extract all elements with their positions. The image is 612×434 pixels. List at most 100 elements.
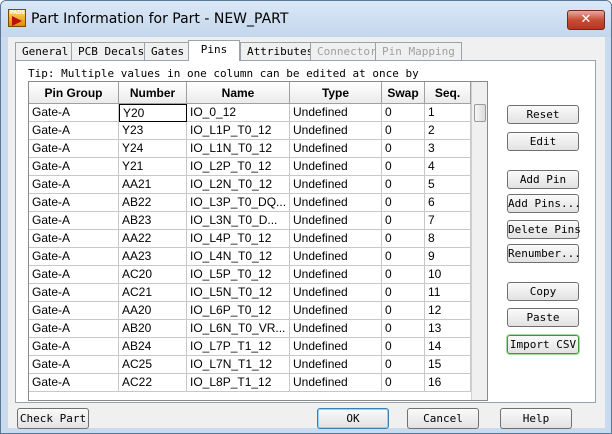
cell-type[interactable]: Undefined bbox=[290, 212, 382, 230]
cell-pin-group[interactable]: Gate-A bbox=[29, 320, 119, 338]
cell-name[interactable]: IO_L1N_T0_12 bbox=[187, 140, 290, 158]
tab-gates[interactable]: Gates bbox=[144, 42, 192, 60]
cell-name[interactable]: IO_0_12 bbox=[187, 104, 290, 122]
cell-name[interactable]: IO_L3N_T0_D... bbox=[187, 212, 290, 230]
column-header-number[interactable]: Number bbox=[119, 82, 187, 104]
cell-type[interactable]: Undefined bbox=[290, 158, 382, 176]
cell-type[interactable]: Undefined bbox=[290, 104, 382, 122]
cell-name[interactable]: IO_L7N_T1_12 bbox=[187, 356, 290, 374]
cell-swap[interactable]: 0 bbox=[382, 284, 425, 302]
cell-swap[interactable]: 0 bbox=[382, 248, 425, 266]
cell-name[interactable]: IO_L8P_T1_12 bbox=[187, 374, 290, 392]
pins-grid[interactable]: Pin Group Number Name Type Swap Seq. Gat… bbox=[28, 81, 488, 401]
copy-button[interactable]: Copy bbox=[507, 282, 579, 301]
cell-number[interactable]: AC25 bbox=[119, 356, 187, 374]
table-row[interactable]: Gate-A AA21 IO_L2N_T0_12 Undefined 0 5 bbox=[29, 176, 487, 194]
cell-number[interactable]: AB20 bbox=[119, 320, 187, 338]
table-row[interactable]: Gate-A AA22 IO_L4P_T0_12 Undefined 0 8 bbox=[29, 230, 487, 248]
cell-seq[interactable]: 3 bbox=[425, 140, 471, 158]
cell-name[interactable]: IO_L1P_T0_12 bbox=[187, 122, 290, 140]
cell-seq[interactable]: 13 bbox=[425, 320, 471, 338]
cell-pin-group[interactable]: Gate-A bbox=[29, 248, 119, 266]
cell-number[interactable]: AA22 bbox=[119, 230, 187, 248]
cell-swap[interactable]: 0 bbox=[382, 158, 425, 176]
cell-seq[interactable]: 11 bbox=[425, 284, 471, 302]
cell-number[interactable]: AA21 bbox=[119, 176, 187, 194]
close-button[interactable]: ✕ bbox=[567, 10, 605, 30]
cell-seq[interactable]: 2 bbox=[425, 122, 471, 140]
cell-seq[interactable]: 6 bbox=[425, 194, 471, 212]
cell-pin-group[interactable]: Gate-A bbox=[29, 302, 119, 320]
cell-type[interactable]: Undefined bbox=[290, 230, 382, 248]
cell-type[interactable]: Undefined bbox=[290, 284, 382, 302]
cell-name[interactable]: IO_L5N_T0_12 bbox=[187, 284, 290, 302]
ok-button[interactable]: OK bbox=[317, 408, 389, 429]
cell-swap[interactable]: 0 bbox=[382, 176, 425, 194]
cell-type[interactable]: Undefined bbox=[290, 122, 382, 140]
table-row[interactable]: Gate-A Y21 IO_L2P_T0_12 Undefined 0 4 bbox=[29, 158, 487, 176]
table-row[interactable]: Gate-A AB23 IO_L3N_T0_D... Undefined 0 7 bbox=[29, 212, 487, 230]
cell-pin-group[interactable]: Gate-A bbox=[29, 230, 119, 248]
cell-name[interactable]: IO_L2P_T0_12 bbox=[187, 158, 290, 176]
cell-type[interactable]: Undefined bbox=[290, 176, 382, 194]
table-row[interactable]: Gate-A AC20 IO_L5P_T0_12 Undefined 0 10 bbox=[29, 266, 487, 284]
help-button[interactable]: Help bbox=[500, 408, 572, 429]
table-row[interactable]: Gate-A AA20 IO_L6P_T0_12 Undefined 0 12 bbox=[29, 302, 487, 320]
scrollbar-thumb[interactable] bbox=[474, 104, 486, 122]
cell-pin-group[interactable]: Gate-A bbox=[29, 356, 119, 374]
cell-swap[interactable]: 0 bbox=[382, 338, 425, 356]
edit-button[interactable]: Edit bbox=[507, 132, 579, 151]
cell-swap[interactable]: 0 bbox=[382, 320, 425, 338]
cell-type[interactable]: Undefined bbox=[290, 320, 382, 338]
cell-seq[interactable]: 10 bbox=[425, 266, 471, 284]
cell-name[interactable]: IO_L4P_T0_12 bbox=[187, 230, 290, 248]
add-pin-button[interactable]: Add Pin bbox=[507, 170, 579, 189]
cell-pin-group[interactable]: Gate-A bbox=[29, 140, 119, 158]
cell-name[interactable]: IO_L6N_T0_VR... bbox=[187, 320, 290, 338]
cell-type[interactable]: Undefined bbox=[290, 140, 382, 158]
table-row[interactable]: Gate-A AA23 IO_L4N_T0_12 Undefined 0 9 bbox=[29, 248, 487, 266]
cell-number[interactable]: AC20 bbox=[119, 266, 187, 284]
cell-number[interactable]: Y24 bbox=[119, 140, 187, 158]
delete-pins-button[interactable]: Delete Pins bbox=[507, 220, 581, 239]
cell-seq[interactable]: 14 bbox=[425, 338, 471, 356]
cell-pin-group[interactable]: Gate-A bbox=[29, 266, 119, 284]
cell-type[interactable]: Undefined bbox=[290, 374, 382, 392]
cell-name[interactable]: IO_L7P_T1_12 bbox=[187, 338, 290, 356]
cell-pin-group[interactable]: Gate-A bbox=[29, 122, 119, 140]
cell-name[interactable]: IO_L3P_T0_DQ... bbox=[187, 194, 290, 212]
cell-type[interactable]: Undefined bbox=[290, 266, 382, 284]
tab-general[interactable]: General bbox=[15, 42, 76, 60]
cell-swap[interactable]: 0 bbox=[382, 194, 425, 212]
cell-number[interactable]: AA23 bbox=[119, 248, 187, 266]
paste-button[interactable]: Paste bbox=[507, 308, 579, 327]
cell-type[interactable]: Undefined bbox=[290, 248, 382, 266]
column-header-swap[interactable]: Swap bbox=[382, 82, 425, 104]
tab-pcb-decals[interactable]: PCB Decals bbox=[71, 42, 152, 60]
cell-seq[interactable]: 7 bbox=[425, 212, 471, 230]
renumber-button[interactable]: Renumber... bbox=[507, 244, 581, 263]
cell-number[interactable]: Y21 bbox=[119, 158, 187, 176]
cell-swap[interactable]: 0 bbox=[382, 266, 425, 284]
import-csv-button[interactable]: Import CSV bbox=[507, 335, 579, 354]
table-row[interactable]: Gate-A AC25 IO_L7N_T1_12 Undefined 0 15 bbox=[29, 356, 487, 374]
vertical-scrollbar[interactable] bbox=[471, 82, 487, 400]
cell-name[interactable]: IO_L4N_T0_12 bbox=[187, 248, 290, 266]
title-bar[interactable]: PADS Part Information for Part - NEW_PAR… bbox=[1, 1, 611, 37]
cancel-button[interactable]: Cancel bbox=[407, 408, 479, 429]
column-header-name[interactable]: Name bbox=[187, 82, 290, 104]
cell-pin-group[interactable]: Gate-A bbox=[29, 212, 119, 230]
cell-number[interactable]: AC21 bbox=[119, 284, 187, 302]
cell-name[interactable]: IO_L2N_T0_12 bbox=[187, 176, 290, 194]
table-row[interactable]: Gate-A Y24 IO_L1N_T0_12 Undefined 0 3 bbox=[29, 140, 487, 158]
cell-swap[interactable]: 0 bbox=[382, 140, 425, 158]
table-row[interactable]: Gate-A Y20 IO_0_12 Undefined 0 1 bbox=[29, 104, 487, 122]
cell-number[interactable]: Y20 bbox=[119, 104, 187, 122]
cell-swap[interactable]: 0 bbox=[382, 302, 425, 320]
cell-pin-group[interactable]: Gate-A bbox=[29, 194, 119, 212]
reset-button[interactable]: Reset bbox=[507, 105, 579, 124]
cell-pin-group[interactable]: Gate-A bbox=[29, 104, 119, 122]
cell-pin-group[interactable]: Gate-A bbox=[29, 338, 119, 356]
add-pins-button[interactable]: Add Pins... bbox=[507, 194, 581, 213]
tab-attributes[interactable]: Attributes bbox=[240, 42, 321, 60]
